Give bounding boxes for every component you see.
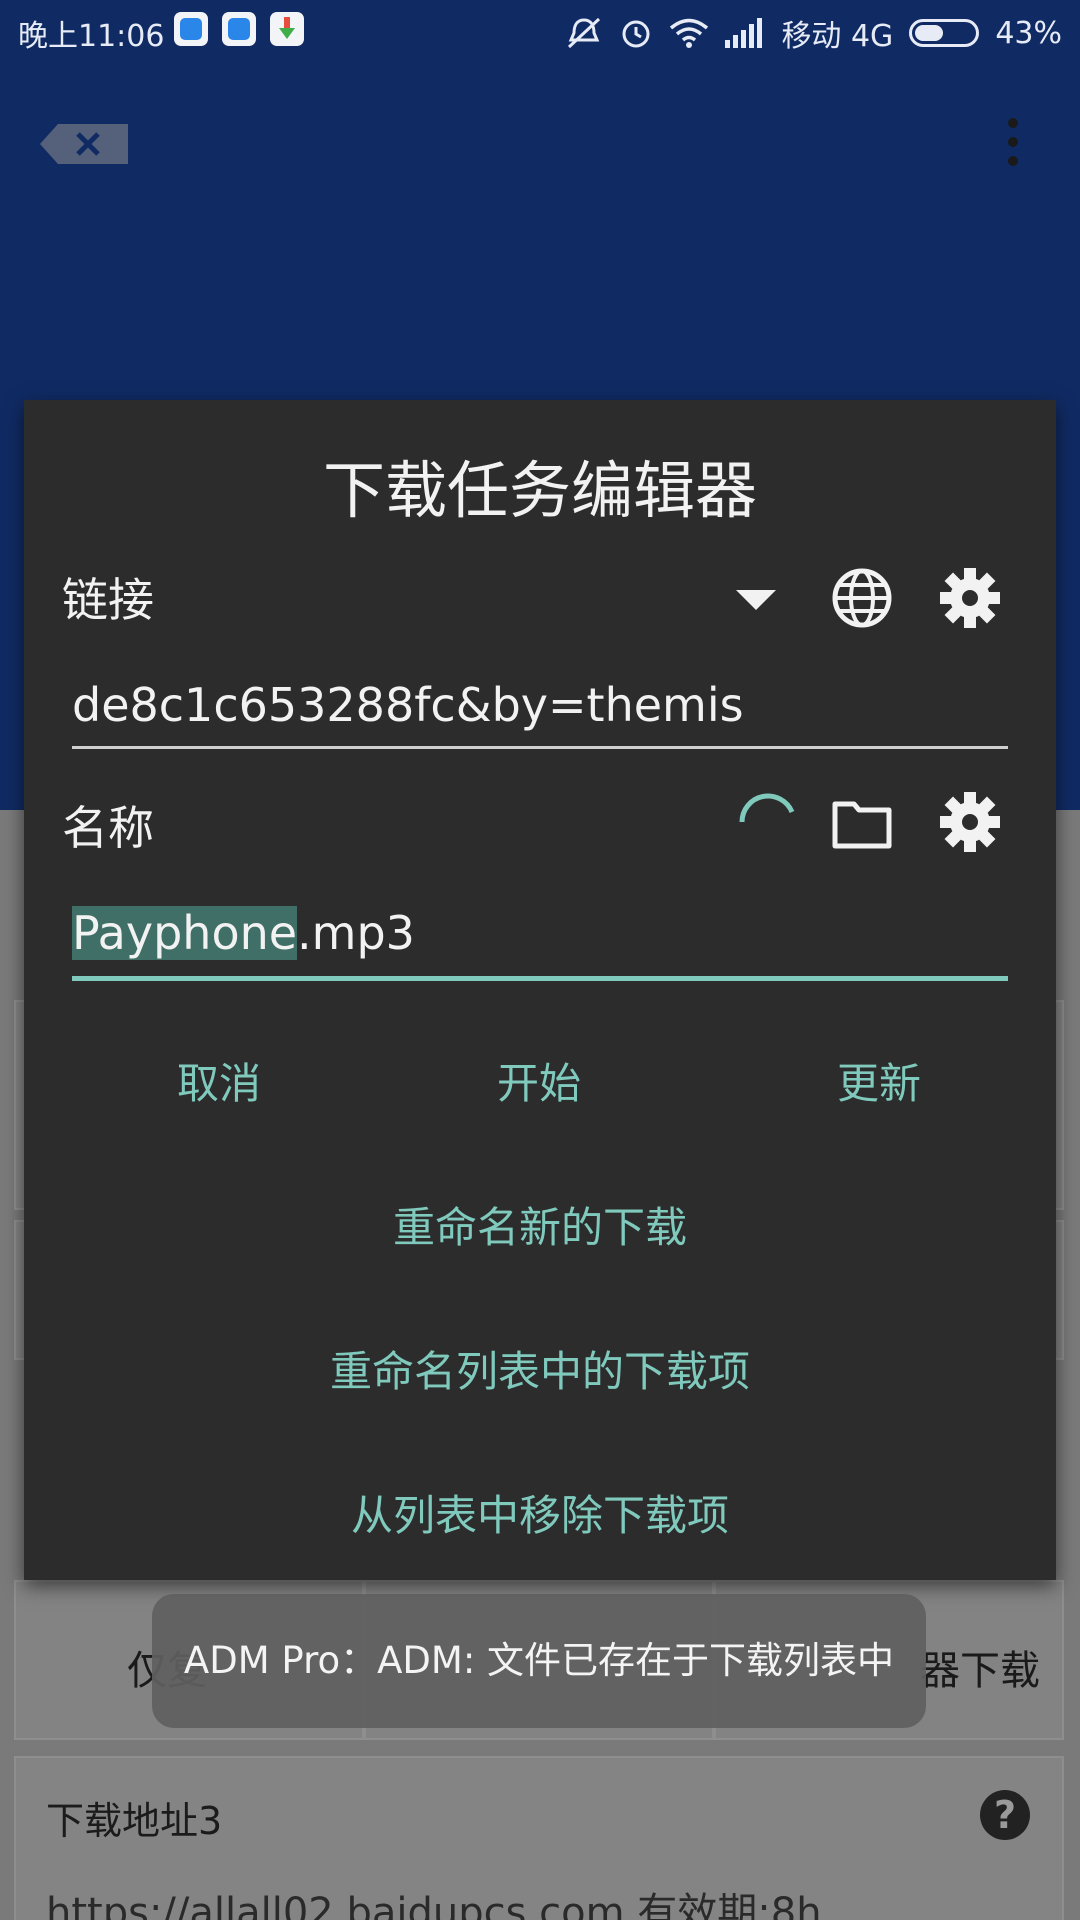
name-selection: Payphone (72, 906, 298, 960)
carrier-label: 移动 4G (781, 19, 894, 54)
alarm-icon (622, 20, 650, 48)
dropdown-arrow-icon[interactable] (724, 566, 788, 630)
rename-new-download-option[interactable]: 重命名新的下载 (24, 1194, 1056, 1255)
more-vert-icon[interactable] (1003, 118, 1023, 172)
download-task-editor-dialog: 下载任务编辑器 链接 de8c1c653288fc&by=themis 名称 P… (24, 400, 1056, 1580)
mute-icon (568, 17, 601, 49)
help-icon[interactable]: ? (980, 1790, 1030, 1840)
backspace-icon[interactable] (40, 122, 128, 166)
toast-message: ADM Pro：ADM: 文件已存在于下载列表中 (152, 1594, 926, 1728)
remove-from-list-option[interactable]: 从列表中移除下载项 (24, 1482, 1056, 1543)
link-settings-gear-icon[interactable] (938, 566, 1002, 630)
start-button[interactable]: 开始 (414, 1050, 664, 1111)
link-input[interactable]: de8c1c653288fc&by=themis (72, 678, 1008, 732)
status-bar: 晚上11:06 移动 4G 43% (0, 0, 1080, 60)
address-url: https://allall02.baidupcs.com 有效期:8h (46, 1890, 822, 1920)
address-title: 下载地址3 (46, 1799, 223, 1843)
signal-icon (725, 18, 763, 48)
battery-icon (909, 19, 980, 47)
name-input[interactable]: Payphone.mp3 (72, 906, 1008, 960)
link-input-underline (72, 746, 1008, 749)
name-label: 名称 (62, 801, 154, 855)
update-button[interactable]: 更新 (754, 1050, 1004, 1111)
name-settings-gear-icon[interactable] (938, 790, 1002, 854)
name-extension: .mp3 (297, 906, 415, 960)
rename-list-item-option[interactable]: 重命名列表中的下载项 (24, 1338, 1056, 1399)
folder-icon[interactable] (830, 790, 894, 854)
battery-percent: 43% (995, 15, 1062, 51)
name-input-underline (72, 976, 1008, 981)
qq-icon (222, 12, 256, 46)
dialog-title: 下载任务编辑器 (322, 454, 757, 527)
status-time: 晚上11:06 (18, 19, 165, 54)
wifi-icon (670, 18, 709, 48)
link-label: 链接 (62, 573, 154, 627)
globe-icon[interactable] (830, 566, 894, 630)
qq-icon (174, 12, 208, 46)
download-app-icon (270, 12, 304, 46)
cancel-button[interactable]: 取消 (94, 1050, 344, 1111)
loading-spinner-icon (739, 793, 795, 823)
background-button-label: 器下载 (920, 1648, 1040, 1694)
